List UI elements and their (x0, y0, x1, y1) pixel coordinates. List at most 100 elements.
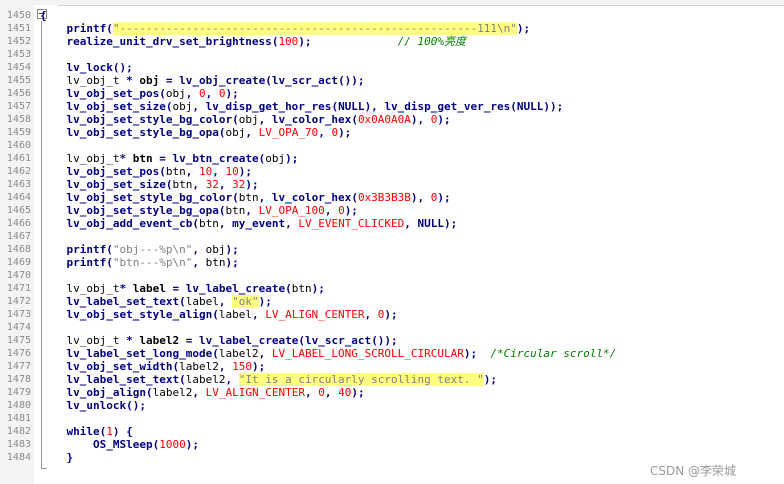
code-line[interactable]: { (40, 9, 47, 22)
code-line[interactable]: lv_obj_set_size (obj, lv_disp_get_hor_res… (40, 100, 564, 113)
code-line[interactable]: } (40, 451, 74, 464)
line-number: 1481 (6, 413, 31, 424)
line-number: 1453 (6, 49, 31, 60)
code-token: , (185, 165, 199, 178)
code-token: ( (285, 282, 292, 295)
code-token: ); (185, 438, 199, 451)
code-token: = (165, 282, 186, 295)
code-line[interactable]: lv_obj_add_event_cb(btn, my_event, LV_EV… (40, 217, 458, 230)
code-line[interactable]: lv_label_set_long_mode(label2, LV_LABEL_… (40, 347, 617, 360)
code-token: ); (437, 191, 451, 204)
code-line[interactable]: printf("btn---%p\n", btn); (40, 256, 239, 269)
code-line[interactable]: while(1) { (40, 425, 133, 438)
code-line[interactable]: lv_obj_set_style_bg_color(btn, lv_color_… (40, 191, 451, 204)
code-token: , (218, 360, 233, 373)
code-token: (); (112, 61, 133, 74)
line-number: 1461 (6, 153, 31, 164)
line-number: 1452 (6, 36, 31, 47)
code-line[interactable]: lv_obj_set_style_align(label, LV_ALIGN_C… (40, 308, 398, 321)
line-number: 1474 (6, 322, 31, 333)
code-line[interactable]: lv_obj_set_pos(obj, 0, 0); (40, 87, 239, 100)
code-line[interactable]: printf("obj---%p\n", obj); (40, 243, 239, 256)
code-token: ( (106, 22, 113, 35)
code-line[interactable]: printf("--------------------------------… (40, 22, 530, 35)
code-token: ( (232, 113, 239, 126)
code-token: obj (265, 152, 286, 165)
code-line[interactable]: lv_obj_set_style_bg_opa(obj, LV_OPA_70, … (40, 126, 352, 139)
code-token: btn (205, 256, 226, 269)
code-line[interactable]: lv_obj_set_style_bg_opa(btn, LV_OPA_100,… (40, 204, 358, 217)
code-line[interactable]: lv_obj_set_width(label2, 150); (40, 360, 266, 373)
code-line[interactable]: lv_obj_t* label = lv_label_create(btn); (40, 282, 325, 295)
code-line[interactable]: lv_obj_align(label2, LV_ALIGN_CENTER, 0,… (40, 386, 365, 399)
line-number: 1483 (6, 439, 31, 450)
code-token: ); (258, 295, 272, 308)
code-token: ); (225, 87, 239, 100)
code-token: = (152, 152, 173, 165)
code-token: btn (172, 178, 193, 191)
code-line[interactable]: lv_obj_set_style_bg_color(obj, lv_color_… (40, 113, 451, 126)
code-line[interactable]: lv_lock(); (40, 61, 133, 74)
line-number: 1470 (6, 270, 31, 281)
code-line[interactable]: lv_obj_t* btn = lv_btn_create(obj); (40, 152, 299, 165)
line-number: 1465 (6, 205, 31, 216)
code-token: , (258, 347, 272, 360)
code-token: lv_obj_set_size (66, 178, 166, 191)
code-token: lv_obj_set_size (66, 100, 166, 113)
code-token: , (245, 204, 259, 217)
code-token: ); (483, 373, 498, 386)
line-number: 1466 (6, 218, 31, 229)
code-token: ); (285, 152, 299, 165)
code-token: btn (225, 204, 246, 217)
code-line[interactable]: lv_obj_set_size(btn, 32, 32); (40, 178, 259, 191)
code-token: LV_EVENT_CLICKED (298, 217, 405, 230)
code-token: my_event (232, 217, 286, 230)
line-number: 1451 (6, 23, 31, 34)
code-line[interactable]: lv_label_set_text(label, "ok"); (40, 295, 272, 308)
code-line[interactable]: realize_unit_drv_set_brightness(100); //… (40, 35, 467, 48)
code-token: lv_obj_add_event_cb (66, 217, 193, 230)
line-number: 1456 (6, 88, 31, 99)
code-token: btn (165, 165, 186, 178)
code-token: lv_obj_t (66, 334, 120, 347)
code-token: lv_unlock (66, 399, 127, 412)
code-token: 32 (232, 178, 246, 191)
code-token: lv_obj_t (66, 152, 120, 165)
code-token: label (132, 282, 166, 295)
code-token: lv_scr_act (271, 74, 339, 87)
code-token: lv_obj_set_style_align (66, 308, 213, 321)
code-token: ), (364, 100, 385, 113)
code-token: lv_obj_set_pos (66, 87, 160, 100)
code-token: ); (251, 360, 266, 373)
code-token: ( (510, 100, 517, 113)
code-token: NULL (516, 100, 544, 113)
code-token: ( (159, 165, 166, 178)
code-token: label2 (185, 373, 226, 386)
line-number: 1469 (6, 257, 31, 268)
code-token: obj (139, 74, 160, 87)
code-token: 0 (338, 204, 345, 217)
code-line[interactable]: OS_MSleep(1000); (40, 438, 199, 451)
watermark: CSDN @李荣城 (650, 464, 737, 478)
code-line[interactable]: lv_unlock(); (40, 399, 146, 412)
code-token: = (159, 74, 180, 87)
code-token: 1000 (159, 438, 186, 451)
code-line[interactable]: lv_obj_t * label2 = lv_label_create(lv_s… (40, 334, 398, 347)
code-line[interactable]: lv_obj_t * obj = lv_obj_create(lv_scr_ac… (40, 74, 365, 87)
code-token: ); (344, 204, 358, 217)
editor-tab-strip[interactable] (0, 0, 784, 6)
code-line[interactable]: lv_obj_set_pos(btn, 10, 10); (40, 165, 252, 178)
code-token: lv_label_set_text (66, 295, 180, 308)
code-token: ( (106, 243, 113, 256)
code-token: ) { (112, 425, 133, 438)
code-line[interactable]: lv_label_set_text(label2, "It is a circu… (40, 373, 497, 386)
